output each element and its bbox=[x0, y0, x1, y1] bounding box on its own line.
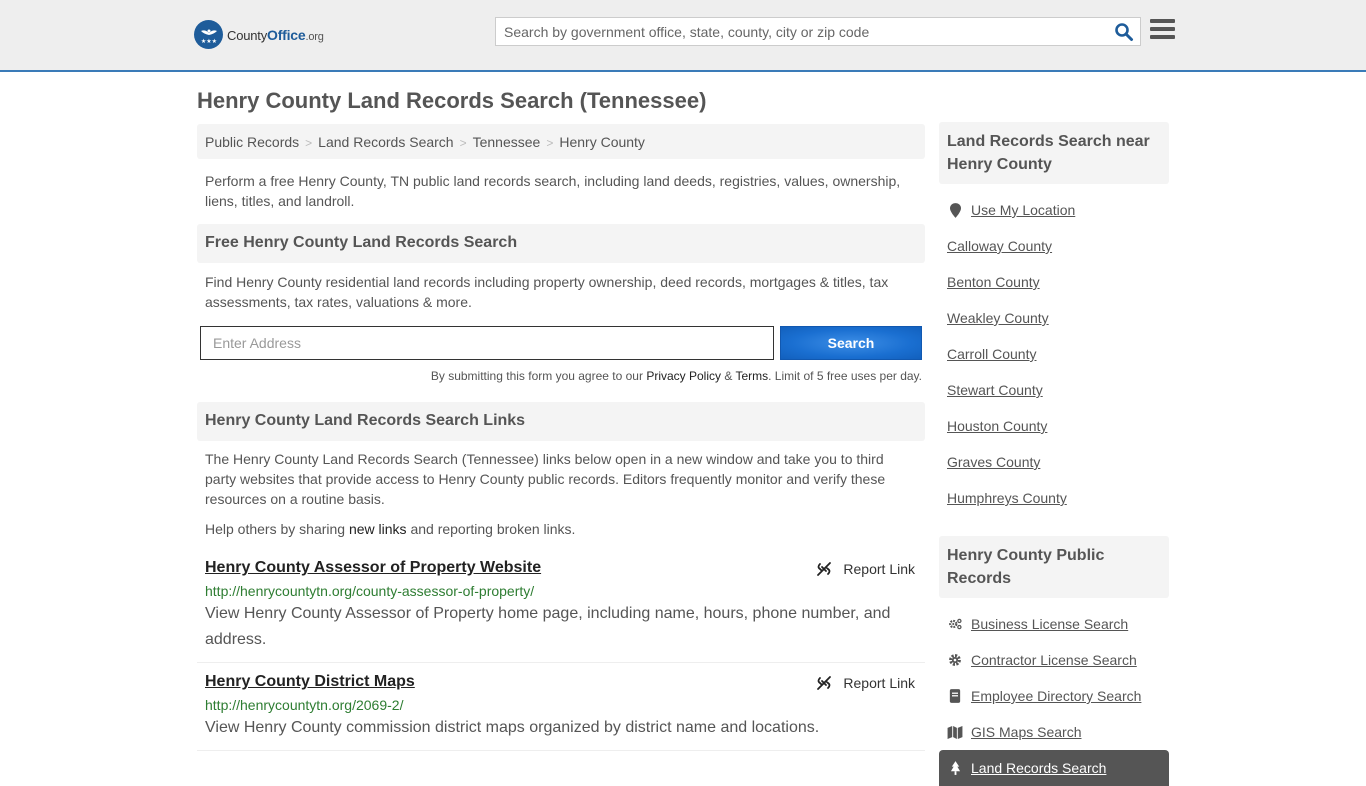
report-link-label: Report Link bbox=[843, 675, 915, 691]
map-marker-icon bbox=[947, 202, 963, 218]
breadcrumb-separator: > bbox=[459, 136, 467, 150]
link-description: View Henry County Assessor of Property h… bbox=[205, 605, 891, 648]
site-header: ★★★ CountyOffice.org bbox=[0, 0, 1366, 72]
nearby-county-link[interactable]: Weakley County bbox=[947, 310, 1049, 326]
search-button[interactable]: Search bbox=[780, 326, 922, 360]
land-records-search-link[interactable]: Land Records Search bbox=[971, 760, 1106, 776]
site-search bbox=[495, 17, 1141, 46]
employee-directory-search-link[interactable]: Employee Directory Search bbox=[971, 688, 1141, 704]
map-icon bbox=[947, 724, 963, 740]
nearby-county-item: Houston County bbox=[947, 408, 1161, 444]
land-records-search-active-item[interactable]: Land Records Search bbox=[939, 750, 1169, 786]
nearby-county-item: Benton County bbox=[947, 264, 1161, 300]
nearby-list: Use My Location Calloway County Benton C… bbox=[939, 192, 1169, 516]
public-records-heading: Henry County Public Records bbox=[939, 536, 1169, 598]
nearby-county-item: Calloway County bbox=[947, 228, 1161, 264]
page-title: Henry County Land Records Search (Tennes… bbox=[197, 88, 707, 113]
links-section-description: The Henry County Land Records Search (Te… bbox=[205, 451, 886, 507]
nearby-county-link[interactable]: Graves County bbox=[947, 454, 1040, 470]
link-url[interactable]: http://henrycountytn.org/2069-2/ bbox=[205, 697, 917, 713]
breadcrumb-separator: > bbox=[546, 136, 554, 150]
report-link-button[interactable]: Report Link bbox=[816, 561, 915, 577]
book-icon bbox=[947, 688, 963, 704]
nearby-county-item: Carroll County bbox=[947, 336, 1161, 372]
link-title[interactable]: Henry County Assessor of Property Websit… bbox=[205, 559, 541, 577]
links-section-heading: Henry County Land Records Search Links bbox=[197, 402, 925, 441]
search-icon[interactable] bbox=[1114, 22, 1134, 42]
contractor-license-search-link[interactable]: Contractor License Search bbox=[971, 652, 1137, 668]
nearby-county-item: Humphreys County bbox=[947, 480, 1161, 516]
disclaimer-text: . Limit of 5 free uses per day. bbox=[768, 369, 922, 383]
report-link-label: Report Link bbox=[843, 561, 915, 577]
link-item: Henry County Assessor of Property Websit… bbox=[197, 559, 925, 663]
gis-maps-search-link[interactable]: GIS Maps Search bbox=[971, 724, 1082, 740]
search-section-description: Find Henry County residential land recor… bbox=[205, 274, 889, 310]
nearby-county-link[interactable]: Stewart County bbox=[947, 382, 1043, 398]
nearby-county-link[interactable]: Carroll County bbox=[947, 346, 1036, 362]
form-disclaimer: By submitting this form you agree to our… bbox=[197, 369, 925, 383]
nearby-county-item: Graves County bbox=[947, 444, 1161, 480]
use-my-location-link[interactable]: Use My Location bbox=[971, 202, 1075, 218]
link-description: View Henry County commission district ma… bbox=[205, 719, 820, 736]
nearby-heading: Land Records Search near Henry County bbox=[939, 122, 1169, 184]
nearby-county-item: Weakley County bbox=[947, 300, 1161, 336]
svg-text:★★★: ★★★ bbox=[200, 38, 216, 45]
breadcrumb-tennessee[interactable]: Tennessee bbox=[473, 134, 541, 150]
nearby-county-link[interactable]: Humphreys County bbox=[947, 490, 1067, 506]
public-record-item: GIS Maps Search bbox=[947, 714, 1161, 750]
link-title[interactable]: Henry County District Maps bbox=[205, 673, 415, 691]
terms-link[interactable]: Terms bbox=[735, 369, 768, 383]
broken-link-icon bbox=[817, 562, 832, 576]
gear-icon bbox=[947, 652, 963, 668]
public-record-item: Contractor License Search bbox=[947, 642, 1161, 678]
breadcrumb-public-records[interactable]: Public Records bbox=[205, 134, 299, 150]
nearby-county-link[interactable]: Benton County bbox=[947, 274, 1040, 290]
eagle-logo-icon: ★★★ bbox=[194, 20, 223, 49]
business-license-search-link[interactable]: Business License Search bbox=[971, 616, 1128, 632]
broken-link-icon bbox=[817, 676, 832, 690]
tree-icon bbox=[947, 760, 963, 776]
gears-icon bbox=[947, 616, 963, 632]
public-records-list: Business License Search Contractor Licen… bbox=[939, 606, 1169, 750]
disclaimer-text: & bbox=[721, 369, 736, 383]
new-links-link[interactable]: new links bbox=[349, 521, 407, 537]
link-url[interactable]: http://henrycountytn.org/county-assessor… bbox=[205, 583, 917, 599]
hamburger-menu-icon[interactable] bbox=[1150, 19, 1175, 41]
nearby-county-link[interactable]: Calloway County bbox=[947, 238, 1052, 254]
main-content: Public Records > Land Records Search > Tenne… bbox=[197, 124, 925, 751]
address-search-form: Search bbox=[197, 326, 925, 360]
breadcrumb-henry-county[interactable]: Henry County bbox=[559, 134, 645, 150]
disclaimer-text: By submitting this form you agree to our bbox=[430, 369, 647, 383]
breadcrumb: Public Records > Land Records Search > Tenne… bbox=[197, 124, 925, 159]
nearby-county-item: Stewart County bbox=[947, 372, 1161, 408]
search-section-heading: Free Henry County Land Records Search bbox=[197, 224, 925, 263]
report-link-button[interactable]: Report Link bbox=[816, 675, 915, 691]
sidebar: Land Records Search near Henry County Us… bbox=[939, 122, 1169, 786]
public-record-item: Employee Directory Search bbox=[947, 678, 1161, 714]
use-location-item: Use My Location bbox=[947, 192, 1161, 228]
logo-text: CountyOffice.org bbox=[227, 26, 324, 43]
public-record-item: Business License Search bbox=[947, 606, 1161, 642]
privacy-policy-link[interactable]: Privacy Policy bbox=[646, 369, 721, 383]
intro-text: Perform a free Henry County, TN public l… bbox=[205, 173, 901, 209]
link-item: Henry County District Maps Report Link h… bbox=[197, 673, 925, 751]
logo[interactable]: ★★★ CountyOffice.org bbox=[194, 20, 324, 49]
site-search-input[interactable] bbox=[496, 18, 1096, 45]
breadcrumb-land-records-search[interactable]: Land Records Search bbox=[318, 134, 453, 150]
help-text: Help others by sharing new links and rep… bbox=[205, 521, 576, 537]
nearby-county-link[interactable]: Houston County bbox=[947, 418, 1047, 434]
address-input[interactable] bbox=[200, 326, 774, 360]
breadcrumb-separator: > bbox=[305, 136, 313, 150]
